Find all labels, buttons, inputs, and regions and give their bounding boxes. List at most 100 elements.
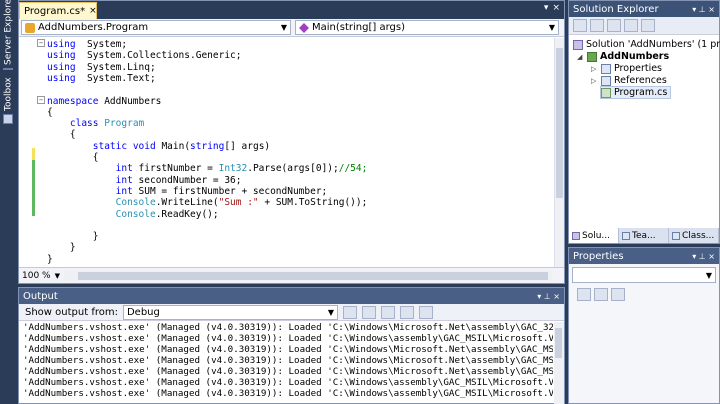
properties-title-bar: Properties ▾ ⊥ × (569, 248, 719, 264)
previous-message-icon[interactable] (361, 305, 376, 319)
code-token: string (190, 140, 225, 152)
code-token: Main( (155, 140, 191, 152)
zoom-level[interactable]: 100 % (22, 271, 51, 281)
code-token: int (115, 163, 133, 175)
scrollbar-thumb[interactable] (555, 328, 562, 358)
class-view-icon (672, 231, 680, 240)
properties-icon[interactable] (573, 19, 587, 32)
class-dropdown[interactable]: AddNumbers.Program ▼ (21, 20, 291, 35)
solution-explorer-title-bar: Solution Explorer ▾ ⊥ × (569, 1, 719, 17)
editor-bottom-bar: 100 % ▼ (19, 267, 564, 283)
close-icon[interactable]: × (89, 6, 97, 16)
tree-item-solution[interactable]: Solution 'AddNumbers' (1 project) (573, 39, 720, 50)
close-icon[interactable]: × (552, 3, 560, 13)
panel-controls[interactable]: ▾ ⊥ × (692, 5, 715, 14)
tab-label: Program.cs* (24, 5, 86, 17)
code-line: using System.Linq; (47, 62, 156, 73)
solution-explorer-tabs: Solu... Tea... Class... (569, 228, 719, 243)
references-icon (601, 75, 611, 86)
left-tool-strip: Server Explorer Toolbox (0, 0, 17, 284)
properties-panel: Properties ▾ ⊥ × ▼ (568, 247, 720, 404)
scrollbar-thumb[interactable] (556, 48, 563, 198)
next-message-icon[interactable] (380, 305, 395, 319)
panel-controls[interactable]: ▾ ⊥ × (692, 252, 715, 261)
code-line: namespace AddNumbers (47, 96, 161, 107)
class-dropdown-value: AddNumbers.Program (38, 22, 149, 33)
view-class-diagram-icon[interactable] (641, 19, 655, 32)
panel-title: Output (23, 290, 58, 302)
panel-controls[interactable]: ▾ ⊥ × (537, 292, 560, 301)
code-token: //54; (338, 163, 368, 175)
tab-class-view[interactable]: Class... (669, 228, 719, 243)
code-line: static void Main(string[] args) (47, 141, 270, 152)
output-toolbar: Show output from: Debug ▼ (19, 304, 564, 321)
unsaved-change-marker (32, 148, 35, 160)
view-code-icon[interactable] (624, 19, 638, 32)
navigation-bar: AddNumbers.Program ▼ Main(string[] args)… (19, 19, 564, 37)
code-token: Console (115, 197, 156, 209)
refresh-icon[interactable] (607, 19, 621, 32)
output-source-dropdown[interactable]: Debug ▼ (122, 304, 338, 320)
code-token: { (47, 106, 53, 118)
code-line: { (47, 152, 99, 163)
code-token: .ReadKey(); (155, 208, 219, 220)
tab-team-explorer[interactable]: Tea... (619, 228, 669, 243)
tree-item-project[interactable]: ◢ AddNumbers (577, 51, 669, 62)
output-line: 'AddNumbers.vshost.exe' (Managed (v4.0.3… (23, 355, 553, 366)
member-dropdown[interactable]: Main(string[] args) ▼ (295, 20, 559, 35)
expand-arrow-icon[interactable]: ◢ (577, 53, 584, 61)
collapse-toggle[interactable]: − (37, 96, 45, 104)
code-token: System.Collections.Generic; (75, 50, 242, 62)
chevron-down-icon: ▼ (705, 270, 712, 280)
code-text-area[interactable]: − − using System; using System.Collection… (19, 38, 555, 268)
show-all-files-icon[interactable] (590, 19, 604, 32)
toolbox-tab[interactable]: Toolbox (1, 76, 16, 124)
object-dropdown[interactable]: ▼ (572, 267, 716, 283)
output-line: 'AddNumbers.vshost.exe' (Managed (v4.0.3… (23, 322, 553, 333)
toolbox-icon (3, 114, 14, 124)
code-token: .Parse(args[0]); (247, 163, 339, 175)
tab-overflow-controls: ▾ × (544, 3, 560, 13)
find-message-icon[interactable] (342, 305, 357, 319)
code-line: } (47, 231, 99, 242)
server-explorer-tab[interactable]: Server Explorer (1, 0, 16, 70)
code-line: int SUM = firstNumber + secondNumber; (47, 186, 328, 197)
output-title-bar: Output ▾ ⊥ × (19, 288, 564, 304)
tree-item-label: References (614, 75, 667, 86)
code-token: + SUM.ToString()); (258, 197, 368, 209)
tree-item-properties[interactable]: ▷ Properties (591, 63, 662, 74)
member-dropdown-value: Main(string[] args) (312, 22, 405, 33)
alphabetical-icon[interactable] (594, 288, 608, 301)
property-pages-icon[interactable] (611, 288, 625, 301)
editor-horizontal-scrollbar[interactable] (63, 270, 552, 281)
collapse-arrow-icon[interactable]: ▷ (591, 65, 598, 73)
chevron-down-icon[interactable]: ▼ (55, 272, 60, 280)
tab-label: Class... (682, 230, 715, 241)
word-wrap-icon[interactable] (418, 305, 433, 319)
tab-solution-explorer[interactable]: Solu... (569, 228, 619, 243)
tree-item-references[interactable]: ▷ References (591, 75, 667, 86)
clear-all-icon[interactable] (399, 305, 414, 319)
collapse-arrow-icon[interactable]: ▷ (591, 77, 598, 85)
code-token: using (47, 61, 76, 73)
output-text[interactable]: 'AddNumbers.vshost.exe' (Managed (v4.0.3… (23, 322, 553, 404)
tab-label: Tea... (632, 230, 656, 241)
scrollbar-thumb[interactable] (77, 271, 548, 280)
code-line: int firstNumber = Int32.Parse(args[0]);/… (47, 163, 368, 175)
chevron-down-icon[interactable]: ▾ (544, 3, 549, 13)
tab-program-cs[interactable]: Program.cs* × (19, 2, 97, 19)
tree-item-program-cs[interactable]: Program.cs (599, 86, 672, 99)
output-vertical-scrollbar[interactable] (554, 322, 564, 404)
editor-vertical-scrollbar[interactable] (554, 38, 564, 268)
code-token: secondNumber = 36; (132, 174, 242, 186)
output-panel: Output ▾ ⊥ × Show output from: Debug ▼ '… (18, 287, 565, 404)
code-line: class Program (47, 118, 144, 129)
code-token: "Sum :" (218, 197, 259, 209)
code-token: Console (115, 208, 156, 220)
csharp-file-icon (601, 87, 611, 98)
collapse-toggle[interactable]: − (37, 39, 45, 47)
output-line: 'AddNumbers.vshost.exe' (Managed (v4.0.3… (23, 388, 553, 399)
categorized-icon[interactable] (577, 288, 591, 301)
